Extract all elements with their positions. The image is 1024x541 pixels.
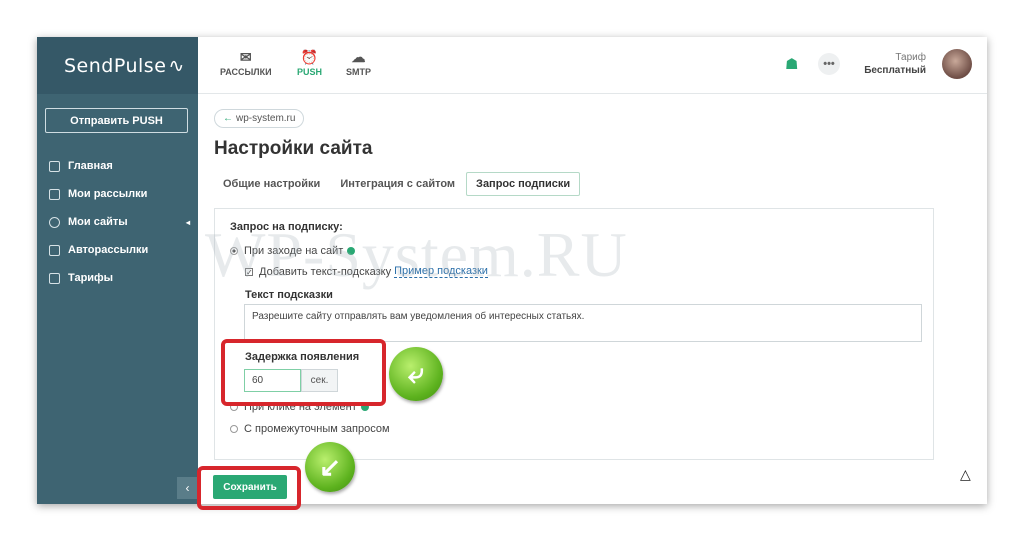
caret-left-icon: ◂ (185, 217, 190, 227)
highlight-save-box (197, 466, 301, 510)
sidebar-item-label: Главная (68, 160, 113, 172)
globe-icon (49, 216, 60, 228)
auto-icon (49, 244, 60, 256)
checkbox-label: Добавить текст-подсказку (259, 265, 392, 278)
radio-label: С промежуточным запросом (244, 423, 390, 435)
subscription-settings-panel: Запрос на подписку: При заходе на сайт ✓… (214, 208, 934, 460)
sidebar-item-autoresponders[interactable]: Авторассылки (49, 236, 194, 264)
breadcrumb-text: wp-system.ru (236, 113, 296, 124)
radio-unselected-icon (230, 425, 238, 433)
hint-text-area[interactable]: Разрешите сайту отправлять вам уведомлен… (244, 304, 922, 342)
add-hint-checkbox[interactable]: ✓ Добавить текст-подсказку Пример подска… (245, 265, 488, 278)
sidebar-item-campaigns[interactable]: Мои рассылки (49, 180, 194, 208)
sidebar-item-label: Мои рассылки (68, 188, 148, 200)
sidebar-item-tariffs[interactable]: Тарифы (49, 264, 194, 292)
tab-label: PUSH (297, 67, 323, 77)
tariff-icon (49, 272, 60, 284)
sidebar-item-label: Мои сайты (68, 216, 128, 228)
sidebar: SendPulse ∿ Отправить PUSH Главная Мои р… (37, 37, 198, 504)
radio-label: При заходе на сайт (244, 245, 344, 257)
tab-site-integration[interactable]: Интеграция с сайтом (331, 172, 464, 196)
tab-subscription-request[interactable]: Запрос подписки (466, 172, 581, 196)
send-push-button[interactable]: Отправить PUSH (45, 108, 188, 133)
home-icon (49, 160, 60, 172)
top-bar: ✉ РАССЫЛКИ ⏰ PUSH ☁ SMTP ☗ ••• Тариф Бес… (198, 37, 987, 94)
arrow-left-icon: ⤶ (389, 347, 443, 401)
cursor-icon: △ (960, 466, 971, 482)
sidebar-item-label: Тарифы (68, 272, 114, 284)
envelope-icon: ✉ (239, 49, 252, 65)
sidebar-item-home[interactable]: Главная (49, 152, 194, 180)
section-title: Запрос на подписку: (230, 221, 343, 233)
more-menu-button[interactable]: ••• (818, 53, 840, 75)
info-icon[interactable] (347, 247, 356, 255)
logo-text: SendPulse (64, 54, 167, 77)
tab-campaigns[interactable]: ✉ РАССЫЛКИ (220, 49, 272, 77)
cloud-icon: ☁ (351, 49, 366, 65)
gift-icon[interactable]: ☗ (785, 55, 798, 73)
tab-label: SMTP (346, 67, 372, 77)
breadcrumb[interactable]: ← wp-system.ru (214, 109, 305, 128)
radio-on-visit[interactable]: При заходе на сайт (230, 245, 356, 257)
hint-text-label: Текст подсказки (245, 289, 333, 301)
app-window: SendPulse ∿ Отправить PUSH Главная Мои р… (37, 37, 987, 504)
collapse-sidebar-button[interactable]: ‹ (177, 477, 198, 499)
tariff-label: Тариф (895, 52, 926, 63)
bell-icon: ⏰ (300, 49, 319, 65)
arrow-left-icon: ← (223, 113, 233, 124)
pulse-icon: ∿ (168, 54, 185, 77)
settings-tabs: Общие настройки Интеграция с сайтом Запр… (214, 172, 582, 196)
hint-example-link[interactable]: Пример подсказки (394, 265, 488, 278)
radio-selected-icon (230, 247, 238, 255)
sidebar-item-label: Авторассылки (68, 244, 149, 256)
tab-smtp[interactable]: ☁ SMTP (346, 49, 371, 77)
tariff-info[interactable]: Тариф Бесплатный (851, 51, 926, 77)
tariff-value: Бесплатный (864, 65, 926, 76)
tab-general-settings[interactable]: Общие настройки (214, 172, 329, 196)
tab-label: РАССЫЛКИ (220, 67, 272, 77)
mail-list-icon (49, 188, 60, 200)
tab-push[interactable]: ⏰ PUSH (297, 49, 322, 77)
page-title: Настройки сайта (214, 138, 373, 159)
arrow-down-left-icon: ↙ (305, 442, 355, 492)
checkbox-checked-icon: ✓ (245, 267, 253, 277)
sidebar-nav: Главная Мои рассылки Мои сайты ◂ Авторас… (49, 152, 194, 292)
highlight-delay-box (221, 339, 386, 406)
sidebar-item-sites[interactable]: Мои сайты ◂ (49, 208, 194, 236)
radio-interval-request[interactable]: С промежуточным запросом (230, 423, 390, 435)
logo[interactable]: SendPulse ∿ (37, 37, 198, 94)
avatar[interactable] (942, 49, 972, 79)
main-content: ← wp-system.ru Настройки сайта Общие нас… (198, 94, 987, 504)
